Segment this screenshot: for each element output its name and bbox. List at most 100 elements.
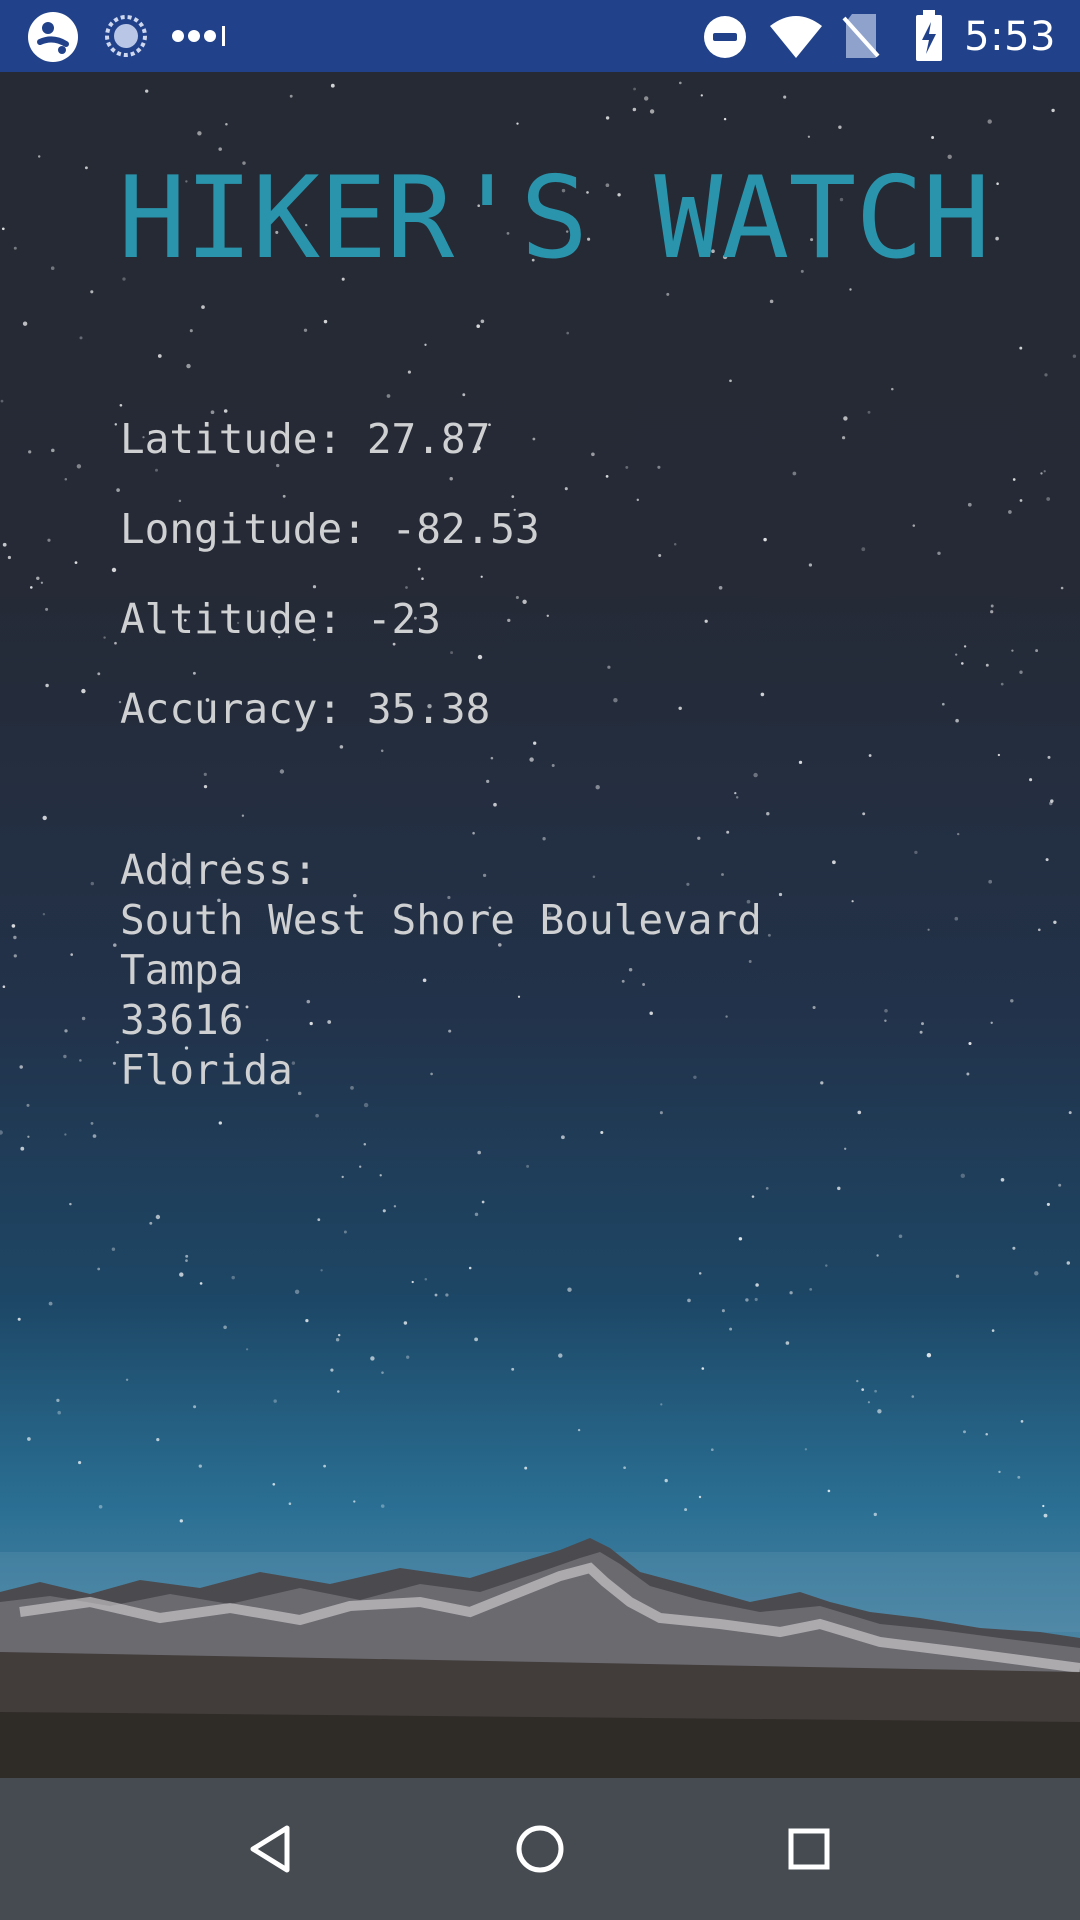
star xyxy=(783,95,787,99)
star xyxy=(363,1102,369,1108)
star xyxy=(381,1371,384,1374)
star xyxy=(337,1333,341,1337)
star xyxy=(862,812,866,816)
star xyxy=(1047,755,1051,759)
star xyxy=(315,1113,319,1118)
recents-button[interactable] xyxy=(764,1804,854,1894)
star xyxy=(515,595,519,600)
star xyxy=(56,1398,60,1403)
star xyxy=(600,1130,604,1135)
star xyxy=(19,1065,23,1069)
star xyxy=(1072,354,1077,358)
star xyxy=(69,1202,72,1206)
star xyxy=(424,1278,428,1281)
star xyxy=(861,1388,865,1391)
star xyxy=(911,1395,915,1398)
recents-icon xyxy=(788,1828,830,1870)
star xyxy=(664,1478,668,1483)
star xyxy=(279,769,285,774)
star xyxy=(701,1367,705,1370)
star xyxy=(78,1461,82,1465)
star xyxy=(926,1353,932,1358)
navigation-bar xyxy=(0,1778,1080,1920)
star xyxy=(1043,470,1046,473)
star xyxy=(522,599,527,604)
star xyxy=(561,1135,565,1140)
latitude-text: Latitude: 27.87 xyxy=(120,415,491,463)
star xyxy=(1008,510,1012,514)
star xyxy=(111,1247,116,1251)
star xyxy=(867,410,871,414)
star xyxy=(193,1405,197,1409)
star xyxy=(179,1519,183,1523)
star xyxy=(472,831,475,835)
star xyxy=(218,147,222,151)
star xyxy=(807,135,811,138)
home-button[interactable] xyxy=(495,1804,585,1894)
star xyxy=(997,753,1001,757)
star xyxy=(825,1264,828,1267)
star xyxy=(51,448,55,453)
star xyxy=(417,567,421,571)
star xyxy=(480,575,483,578)
star xyxy=(990,604,994,608)
star xyxy=(98,1505,103,1509)
star xyxy=(760,692,765,697)
star xyxy=(798,760,803,765)
star xyxy=(524,1466,528,1470)
star xyxy=(857,1110,862,1115)
star xyxy=(666,292,670,296)
star xyxy=(687,1298,691,1303)
star xyxy=(113,943,117,947)
star xyxy=(149,1221,153,1225)
star xyxy=(985,1433,988,1436)
star xyxy=(114,423,118,426)
star xyxy=(273,1399,277,1403)
star xyxy=(1011,649,1014,652)
star xyxy=(998,1470,1001,1474)
star xyxy=(79,336,83,340)
star xyxy=(27,1437,31,1441)
star xyxy=(710,1448,714,1452)
star xyxy=(1035,649,1039,653)
star xyxy=(766,811,770,816)
star xyxy=(13,935,17,940)
address-postcode: 33616 xyxy=(120,996,244,1044)
star xyxy=(532,437,536,441)
star xyxy=(678,81,682,85)
star xyxy=(1043,1513,1048,1518)
address-street: South West Shore Boulevard xyxy=(120,896,762,944)
star xyxy=(849,288,852,291)
star xyxy=(1000,682,1004,686)
star xyxy=(323,319,328,324)
star xyxy=(955,1274,960,1278)
star xyxy=(632,107,637,112)
star xyxy=(567,1287,572,1292)
star xyxy=(312,585,317,589)
star xyxy=(178,499,182,503)
star xyxy=(700,94,703,97)
back-button[interactable] xyxy=(225,1804,315,1894)
star xyxy=(726,830,730,834)
star xyxy=(0,399,4,403)
star xyxy=(47,538,51,542)
star xyxy=(116,488,120,492)
star xyxy=(42,912,46,916)
star xyxy=(1058,1183,1062,1187)
star xyxy=(967,502,972,507)
star xyxy=(225,123,228,126)
star xyxy=(320,1269,323,1272)
star xyxy=(941,702,945,706)
star xyxy=(199,1282,203,1285)
star xyxy=(921,1022,924,1026)
star xyxy=(411,1280,414,1284)
star xyxy=(79,1059,82,1062)
star xyxy=(1019,499,1023,502)
star xyxy=(359,1165,362,1168)
star xyxy=(90,881,95,886)
star xyxy=(843,416,848,421)
star xyxy=(511,495,515,498)
star xyxy=(605,116,610,120)
star xyxy=(1,227,5,231)
star xyxy=(511,1367,515,1371)
